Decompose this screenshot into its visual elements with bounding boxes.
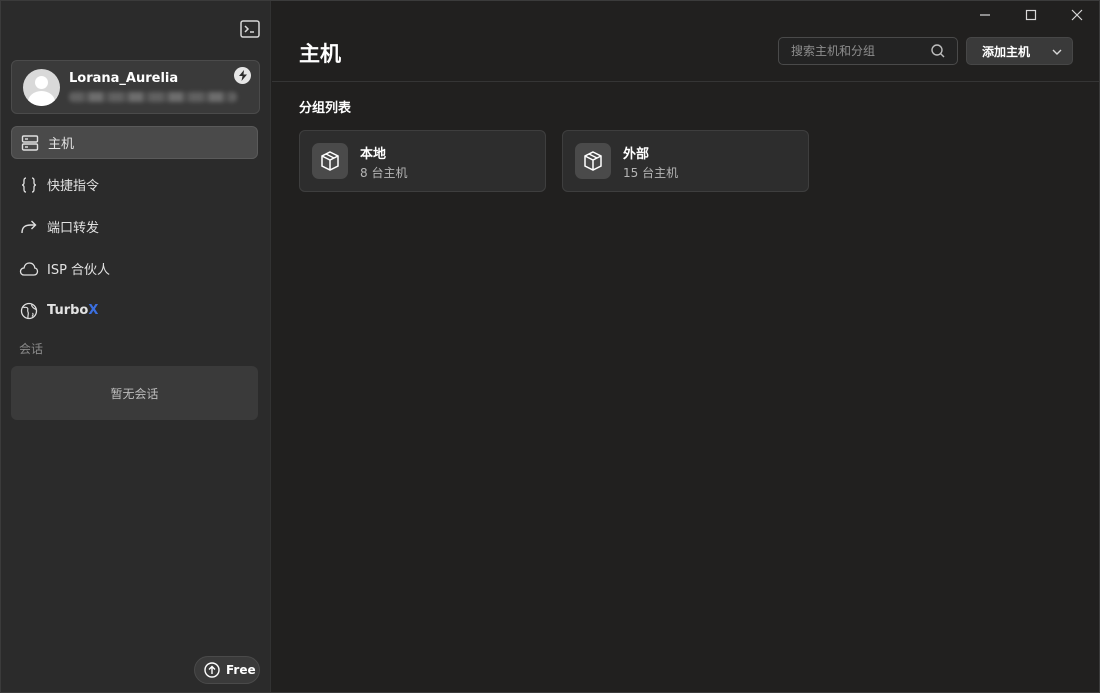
- nav-item-snippets[interactable]: 快捷指令: [11, 168, 258, 201]
- group-host-count: 8 台主机: [360, 166, 408, 180]
- forward-arrow-icon: [19, 217, 39, 237]
- arrow-up-circle-icon: [204, 662, 220, 678]
- upgrade-plan-button[interactable]: Free: [194, 656, 260, 684]
- add-host-label: 添加主机: [982, 44, 1031, 59]
- globe-icon: [19, 301, 39, 321]
- user-email-redacted: [69, 92, 237, 102]
- minimize-icon[interactable]: [973, 5, 997, 25]
- turbo-text: Turbo: [47, 303, 89, 318]
- plan-label: Free: [226, 663, 256, 677]
- bolt-icon[interactable]: [234, 67, 251, 84]
- package-icon: [575, 143, 611, 179]
- nav-item-isp-partner[interactable]: ISP 合伙人: [11, 252, 258, 285]
- turbo-x-text: X: [88, 303, 99, 318]
- app-window: Lorana_Aurelia 主机 快捷指令 端口转发 ISP 合伙人 Turb…: [0, 0, 1100, 693]
- braces-icon: [19, 175, 39, 195]
- nav-item-port-forwarding[interactable]: 端口转发: [11, 210, 258, 243]
- terminal-icon[interactable]: [239, 19, 261, 39]
- nav-item-hosts[interactable]: 主机: [11, 126, 258, 159]
- nav-label: 端口转发: [47, 221, 100, 236]
- group-list-title: 分组列表: [299, 101, 352, 116]
- main-panel: 主机 添加主机 分组列表 本地 8 台主机 外部 15 台主机: [272, 1, 1099, 692]
- group-card-external[interactable]: 外部 15 台主机: [562, 130, 809, 192]
- chevron-down-icon[interactable]: [1051, 46, 1063, 58]
- header-divider: [272, 81, 1099, 82]
- close-icon[interactable]: [1065, 5, 1089, 25]
- nav-label: 快捷指令: [47, 179, 100, 194]
- add-host-button[interactable]: 添加主机: [966, 37, 1073, 65]
- server-icon: [20, 133, 40, 153]
- maximize-icon[interactable]: [1019, 5, 1043, 25]
- group-host-count: 15 台主机: [623, 166, 679, 180]
- nav-label: ISP 合伙人: [47, 263, 111, 278]
- sidebar: Lorana_Aurelia 主机 快捷指令 端口转发 ISP 合伙人 Turb…: [1, 1, 271, 692]
- nav-label: TurboX: [47, 303, 98, 318]
- group-name: 本地: [360, 147, 387, 162]
- sessions-section-title: 会话: [19, 342, 44, 356]
- group-name: 外部: [623, 147, 650, 162]
- avatar: [23, 69, 60, 106]
- group-card-local[interactable]: 本地 8 台主机: [299, 130, 546, 192]
- user-name: Lorana_Aurelia: [69, 71, 179, 86]
- user-profile-card[interactable]: Lorana_Aurelia: [11, 60, 260, 114]
- nav-item-turbox[interactable]: TurboX: [11, 294, 258, 327]
- nav-label: 主机: [48, 137, 75, 152]
- search-icon[interactable]: [930, 43, 946, 59]
- sessions-empty-state: 暂无会话: [11, 366, 258, 420]
- page-title: 主机: [299, 42, 341, 66]
- cloud-icon: [19, 259, 39, 279]
- package-icon: [312, 143, 348, 179]
